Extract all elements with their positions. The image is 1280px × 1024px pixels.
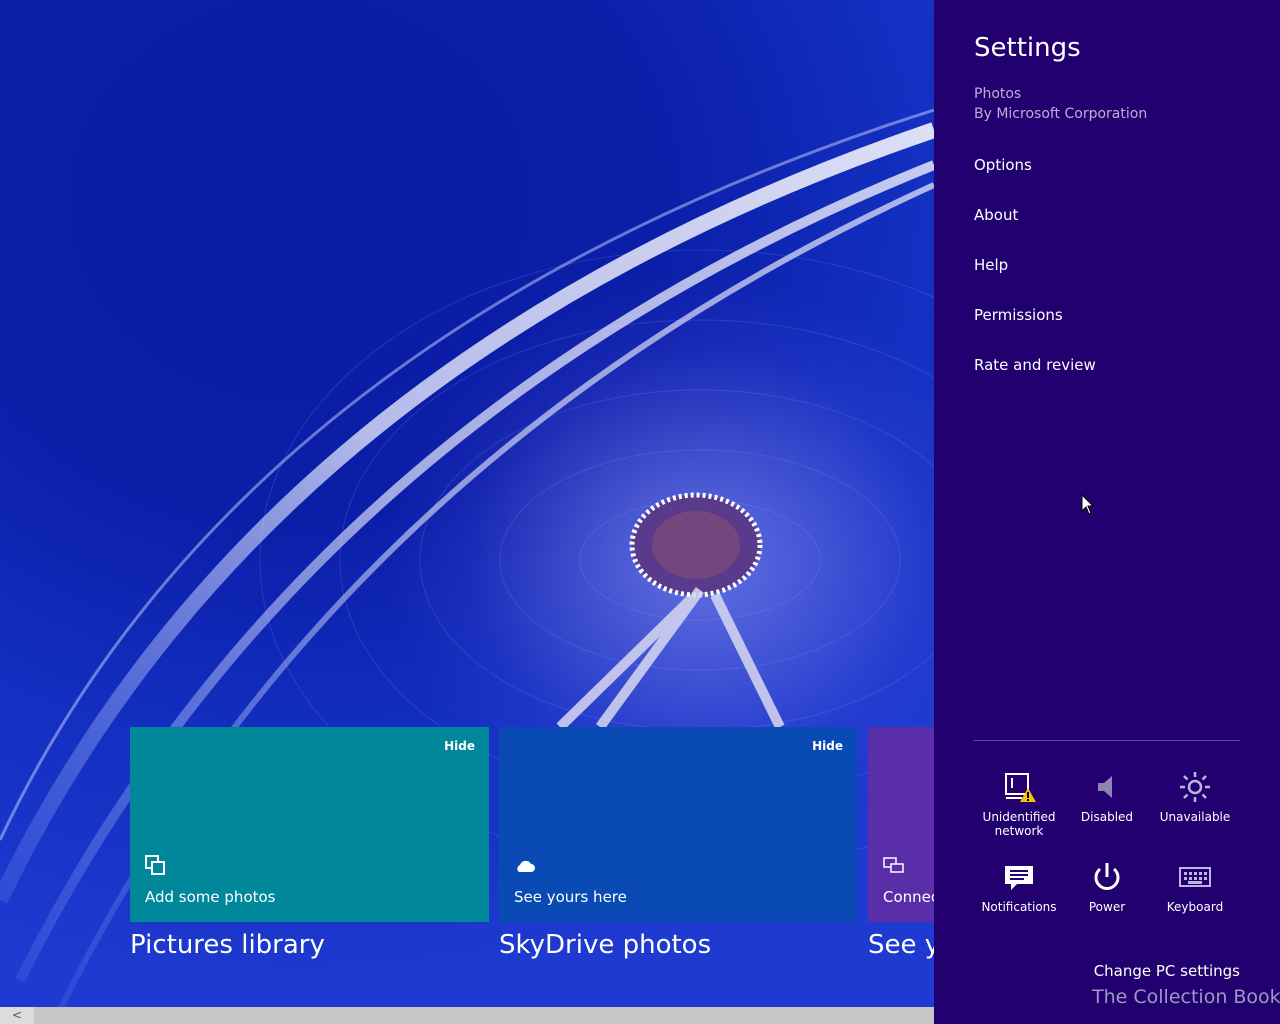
tile-label: See yours here (514, 888, 627, 906)
scroll-left-button[interactable]: < (0, 1007, 34, 1024)
app-name: Photos (974, 86, 1022, 102)
tile-label: Connec (883, 888, 934, 906)
tile-pictures-library[interactable]: Hide Add some photos (130, 727, 489, 922)
quick-setting-label: Notifications (981, 900, 1057, 914)
quick-setting-brightness[interactable]: Unavailable (1150, 770, 1240, 824)
app-publisher: By Microsoft Corporation (974, 106, 1148, 122)
photos-icon (145, 855, 165, 875)
settings-title: Settings (974, 33, 1081, 63)
quick-setting-label: Keyboard (1166, 900, 1224, 914)
tile-caption-pictures-library: Pictures library (130, 930, 325, 960)
hide-button[interactable]: Hide (444, 739, 475, 753)
quick-setting-label: Unidentified network (982, 810, 1056, 838)
cloud-icon (517, 860, 535, 872)
divider (974, 740, 1240, 741)
tile-skydrive-photos[interactable]: Hide See yours here (499, 727, 857, 922)
menu-item-help[interactable]: Help (974, 256, 1008, 274)
speaker-icon (1098, 776, 1112, 798)
menu-item-options[interactable]: Options (974, 156, 1032, 174)
quick-setting-label: Power (1088, 900, 1126, 914)
mouse-cursor-icon (1081, 494, 1095, 515)
quick-setting-network[interactable]: Unidentified network (974, 770, 1064, 838)
hide-button[interactable]: Hide (812, 739, 843, 753)
quick-setting-power[interactable]: Power (1062, 860, 1152, 914)
tile-label: Add some photos (145, 888, 276, 906)
network-warning-icon (1005, 773, 1036, 802)
tile-connect[interactable]: Connec (868, 727, 934, 922)
quick-setting-notifications[interactable]: Notifications (974, 860, 1064, 914)
tile-caption-connect: See yo (868, 930, 934, 960)
tile-caption-skydrive-photos: SkyDrive photos (499, 930, 712, 960)
quick-setting-volume[interactable]: Disabled (1062, 770, 1152, 824)
quick-setting-label: Unavailable (1159, 810, 1231, 824)
notifications-icon (1005, 866, 1033, 890)
change-pc-settings-link[interactable]: Change PC settings (1094, 962, 1240, 980)
power-icon (1094, 863, 1120, 890)
menu-item-rate-and-review[interactable]: Rate and review (974, 356, 1096, 374)
menu-item-about[interactable]: About (974, 206, 1018, 224)
brightness-icon (1180, 772, 1210, 802)
watermark-text: The Collection Book (1092, 986, 1280, 1008)
menu-item-permissions[interactable]: Permissions (974, 306, 1063, 324)
horizontal-scrollbar[interactable]: < (0, 1007, 934, 1024)
quick-setting-keyboard[interactable]: Keyboard (1150, 860, 1240, 914)
devices-icon (883, 857, 904, 873)
quick-setting-label: Disabled (1080, 810, 1134, 824)
settings-charm: Settings Photos By Microsoft Corporation… (934, 0, 1280, 1024)
keyboard-icon (1179, 867, 1211, 887)
